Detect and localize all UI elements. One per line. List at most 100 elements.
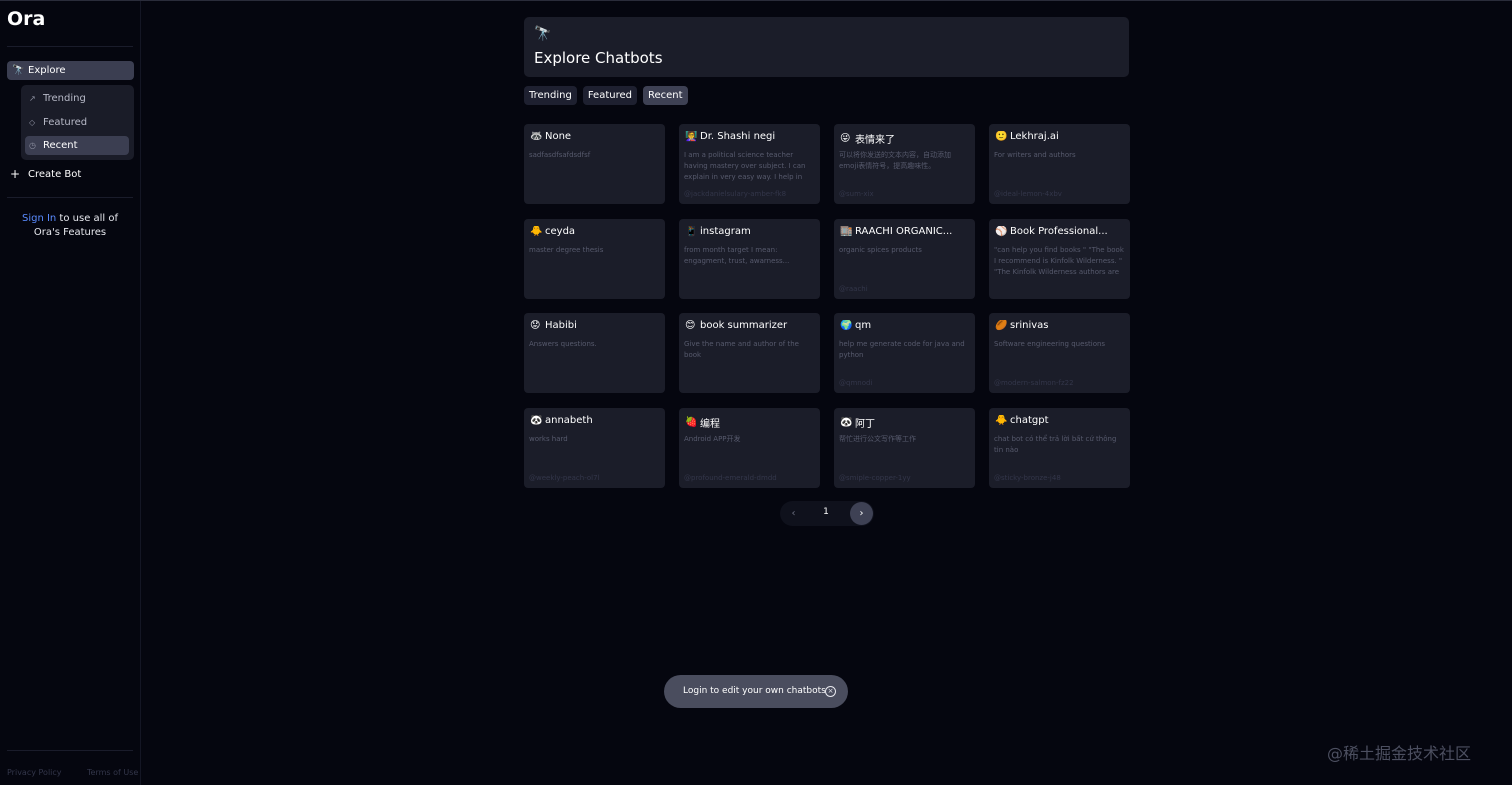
bot-card[interactable]: 🐥 ceyda master degree thesis xyxy=(524,219,665,299)
bot-description: Android APP开发 xyxy=(684,435,741,443)
trending-icon: ↗ xyxy=(29,94,36,103)
page-number[interactable]: 1 xyxy=(816,507,836,517)
bot-card[interactable]: 😟 Habibi Answers questions. xyxy=(524,313,665,393)
bot-name: Book Professional... xyxy=(1010,226,1108,237)
bot-avatar-icon: 😜 xyxy=(840,133,851,144)
bot-avatar-icon: 😟 xyxy=(530,320,541,331)
sidebar-item-label: Recent xyxy=(43,140,78,151)
bot-handle: @sticky-bronze-j48 xyxy=(994,474,1061,482)
bot-card[interactable]: 📱 instagram from month target I mean: eng… xyxy=(679,219,820,299)
bot-avatar-icon: 🌍 xyxy=(840,320,853,331)
bot-card-title: 🐥 ceyda xyxy=(530,226,660,237)
bot-description: Give the name and author of the book xyxy=(684,340,799,359)
app-logo[interactable]: Ora xyxy=(7,8,45,30)
bot-avatar-icon: ⚾ xyxy=(995,226,1008,237)
bot-description: chat bot có thể trả lời bất cứ thông tin… xyxy=(994,435,1117,454)
bot-name: Habibi xyxy=(545,320,577,331)
bot-card-title: 🏬 RAACHI ORGANIC... xyxy=(840,226,970,237)
sidebar-item-explore[interactable]: 🔭 Explore xyxy=(7,61,134,80)
bot-description: Answers questions. xyxy=(529,340,597,348)
tab-trending[interactable]: Trending xyxy=(524,86,577,105)
tab-recent[interactable]: Recent xyxy=(642,86,688,105)
bot-name: Lekhraj.ai xyxy=(1010,131,1059,142)
bot-card[interactable]: ⚾ Book Professional... "can help you find… xyxy=(989,219,1130,299)
pagination: ‹ 1 › xyxy=(780,501,874,526)
bot-card[interactable]: 🙂 Lekhraj.ai For writers and authors @ide… xyxy=(989,124,1130,204)
bot-name: annabeth xyxy=(545,415,593,426)
bot-card-title: 🐼 annabeth xyxy=(530,415,660,426)
sidebar-divider xyxy=(7,750,133,751)
bot-name: book summarizer xyxy=(700,320,788,331)
bot-description: master degree thesis xyxy=(529,246,604,254)
bot-name: 表情来了 xyxy=(855,135,895,146)
page-header: 🔭 Explore Chatbots xyxy=(524,17,1129,77)
telescope-icon: 🔭 xyxy=(534,26,552,42)
bot-card[interactable]: 😊 book summarizer Give the name and autho… xyxy=(679,313,820,393)
bot-name: srinivas xyxy=(1010,320,1049,331)
bot-name: Dr. Shashi negi xyxy=(700,131,776,142)
bot-card-title: 🏉 srinivas xyxy=(995,320,1125,331)
signin-link[interactable]: Sign In xyxy=(22,213,56,224)
bot-handle: @jackdanielsulary-amber-fk8 xyxy=(684,190,787,198)
bot-avatar-icon: 🦝 xyxy=(530,131,543,142)
bot-name: 编程 xyxy=(700,419,720,430)
bot-name: qm xyxy=(855,320,872,331)
sidebar-item-featured[interactable]: ◇ Featured xyxy=(25,113,129,132)
bot-card[interactable]: 🦝 None sadfasdfsafdsdfsf xyxy=(524,124,665,204)
sidebar-item-trending[interactable]: ↗ Trending xyxy=(25,89,129,108)
bot-description: sadfasdfsafdsdfsf xyxy=(529,151,591,159)
bot-card[interactable]: 🏉 srinivas Software engineering questions… xyxy=(989,313,1130,393)
bot-avatar-icon: 😊 xyxy=(685,320,696,331)
toast-message: Login to edit your own chatbots xyxy=(683,686,826,696)
bot-card-title: 😟 Habibi xyxy=(530,320,660,331)
bot-description: from month target I mean: engagment, tru… xyxy=(684,246,790,265)
sidebar-divider xyxy=(7,46,133,47)
bot-avatar-icon: 🏉 xyxy=(995,320,1008,331)
bot-handle: @sum-xix xyxy=(839,190,874,198)
bot-name: None xyxy=(545,131,572,142)
terms-of-use-link[interactable]: Terms of Use xyxy=(87,768,138,777)
close-circle-icon[interactable]: × xyxy=(825,686,836,697)
explore-subnav: ↗ Trending ◇ Featured ◷ Recent xyxy=(21,85,134,160)
bot-description: organic spices products xyxy=(839,246,922,254)
chevron-right-icon[interactable]: › xyxy=(850,502,873,525)
bot-card[interactable]: 😜 表情来了 可以将你发送的文本内容，自动添加emoji表情符号，提高趣味性。 @… xyxy=(834,124,975,204)
bot-handle: @ideal-lemon-4xbv xyxy=(994,190,1062,198)
bot-card-title: 📱 instagram xyxy=(685,226,815,237)
signin-prompt: Sign In to use all of Ora's Features xyxy=(7,212,133,240)
bot-card[interactable]: 🍓 编程 Android APP开发 @profound-emerald-dmdd xyxy=(679,408,820,488)
plus-icon: + xyxy=(10,167,21,181)
bot-description: "can help you find books " "The book I r… xyxy=(994,246,1124,276)
bot-description: help me generate code for java and pytho… xyxy=(839,340,965,359)
bot-card[interactable]: 🐼 阿丁 帮忙进行公文写作等工作 @smiple-copper-1yy xyxy=(834,408,975,488)
bot-card[interactable]: 🐼 annabeth works hard @weekly-peach-ol7l xyxy=(524,408,665,488)
bot-card-title: 🙂 Lekhraj.ai xyxy=(995,131,1125,142)
bot-card-title: 🐼 阿丁 xyxy=(840,415,970,430)
bot-description: 帮忙进行公文写作等工作 xyxy=(839,435,916,443)
bot-avatar-icon: 📱 xyxy=(685,226,698,237)
bot-card[interactable]: 🐥 chatgpt chat bot có thể trả lời bất cứ … xyxy=(989,408,1130,488)
bot-handle: @smiple-copper-1yy xyxy=(839,474,911,482)
sidebar: Ora 🔭 Explore ↗ Trending ◇ Featured ◷ Re… xyxy=(0,1,141,785)
bot-avatar-icon: 🐥 xyxy=(995,415,1008,426)
create-bot-button[interactable]: + Create Bot xyxy=(10,167,81,181)
bot-name: chatgpt xyxy=(1010,415,1049,426)
bot-description: 可以将你发送的文本内容，自动添加emoji表情符号，提高趣味性。 xyxy=(839,151,951,170)
bot-card[interactable]: 🏬 RAACHI ORGANIC... organic spices produc… xyxy=(834,219,975,299)
bot-avatar-icon: 🍓 xyxy=(685,417,698,428)
chevron-left-icon[interactable]: ‹ xyxy=(782,502,805,525)
bot-card-title: 🐥 chatgpt xyxy=(995,415,1125,426)
bot-avatar-icon: 🙂 xyxy=(995,131,1008,142)
bot-avatar-icon: 🐥 xyxy=(530,226,543,237)
bot-handle: @weekly-peach-ol7l xyxy=(529,474,600,482)
bot-card[interactable]: 👩‍🏫 Dr. Shashi negi I am a political scie… xyxy=(679,124,820,204)
bot-handle: @profound-emerald-dmdd xyxy=(684,474,777,482)
sidebar-item-recent[interactable]: ◷ Recent xyxy=(25,136,129,155)
sidebar-divider xyxy=(7,197,133,198)
tab-featured[interactable]: Featured xyxy=(582,86,637,105)
privacy-policy-link[interactable]: Privacy Policy xyxy=(7,768,62,777)
bot-avatar-icon: 🐼 xyxy=(840,417,853,428)
bot-card[interactable]: 🌍 qm help me generate code for java and p… xyxy=(834,313,975,393)
bot-card-title: 👩‍🏫 Dr. Shashi negi xyxy=(685,131,815,142)
bot-card-title: 😜 表情来了 xyxy=(840,131,970,146)
